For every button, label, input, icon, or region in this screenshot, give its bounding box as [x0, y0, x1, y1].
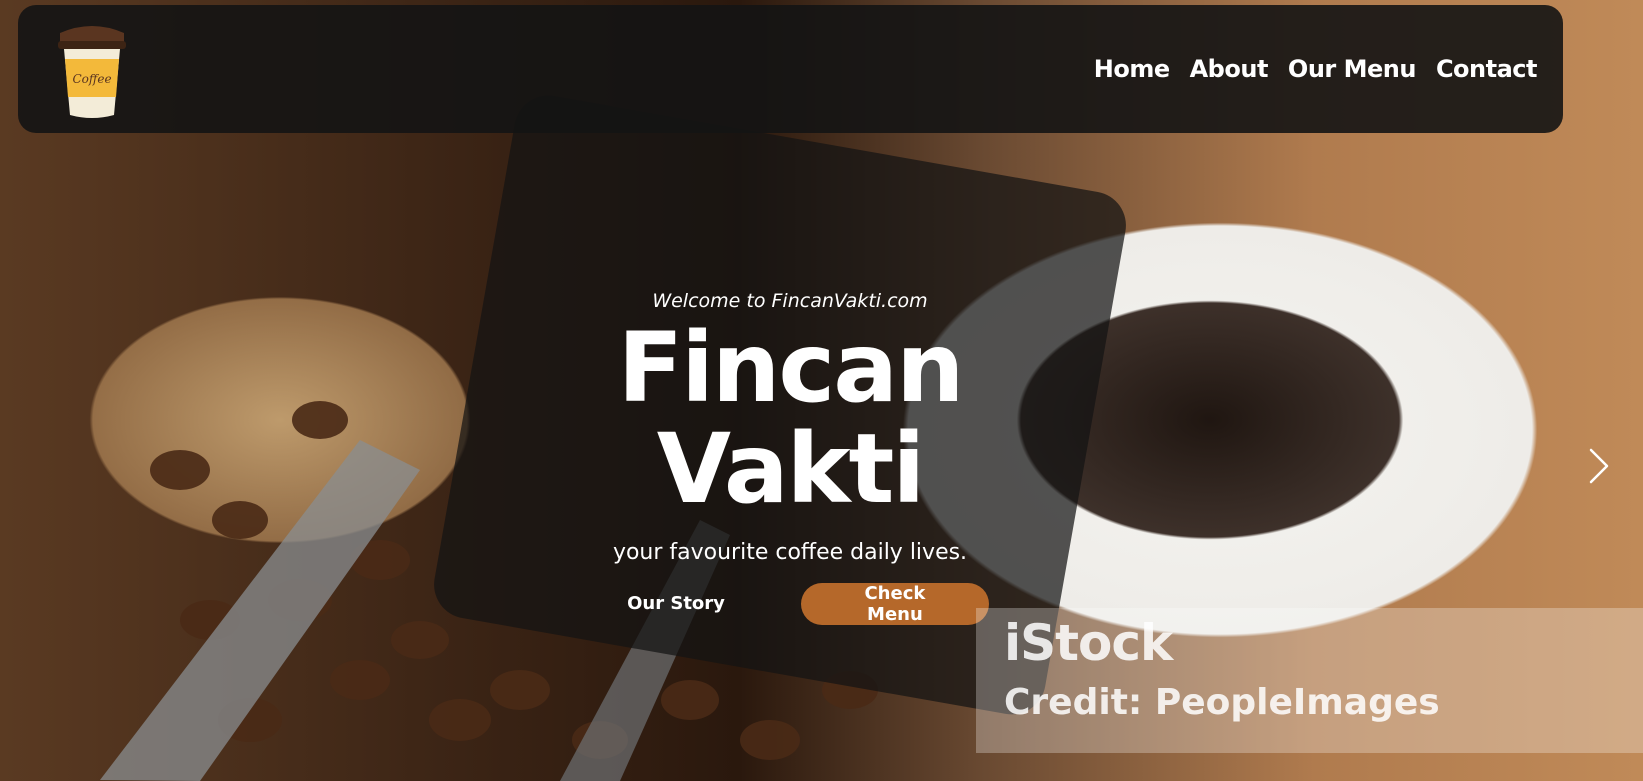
watermark-brand: iStock [1004, 614, 1173, 672]
coffee-cup-logo-icon[interactable]: Coffee [54, 19, 130, 119]
hero-section: Coffee Home About Our Menu Contact Welco… [0, 0, 1643, 781]
nav-link-contact[interactable]: Contact [1436, 55, 1538, 83]
check-menu-button[interactable]: Check Menu [800, 582, 989, 625]
nav-link-about[interactable]: About [1190, 55, 1269, 83]
hero-content: Welcome to FincanVakti.com Fincan Vakti … [490, 290, 1090, 625]
our-story-button[interactable]: Our Story [591, 583, 761, 625]
stock-watermark: iStock Credit: PeopleImages [976, 608, 1643, 753]
welcome-text: Welcome to FincanVakti.com [652, 290, 928, 312]
nav-links: Home About Our Menu Contact [1094, 55, 1538, 83]
watermark-credit: Credit: PeopleImages [1004, 682, 1440, 723]
logo-text: Coffee [72, 72, 111, 86]
page-title: Fincan Vakti [617, 312, 965, 525]
nav-link-home[interactable]: Home [1094, 55, 1170, 83]
navbar: Coffee Home About Our Menu Contact [18, 5, 1563, 133]
tagline: your favourite coffee daily lives. [612, 539, 968, 565]
chevron-right-icon[interactable] [1583, 446, 1613, 486]
nav-link-our-menu[interactable]: Our Menu [1288, 55, 1417, 83]
